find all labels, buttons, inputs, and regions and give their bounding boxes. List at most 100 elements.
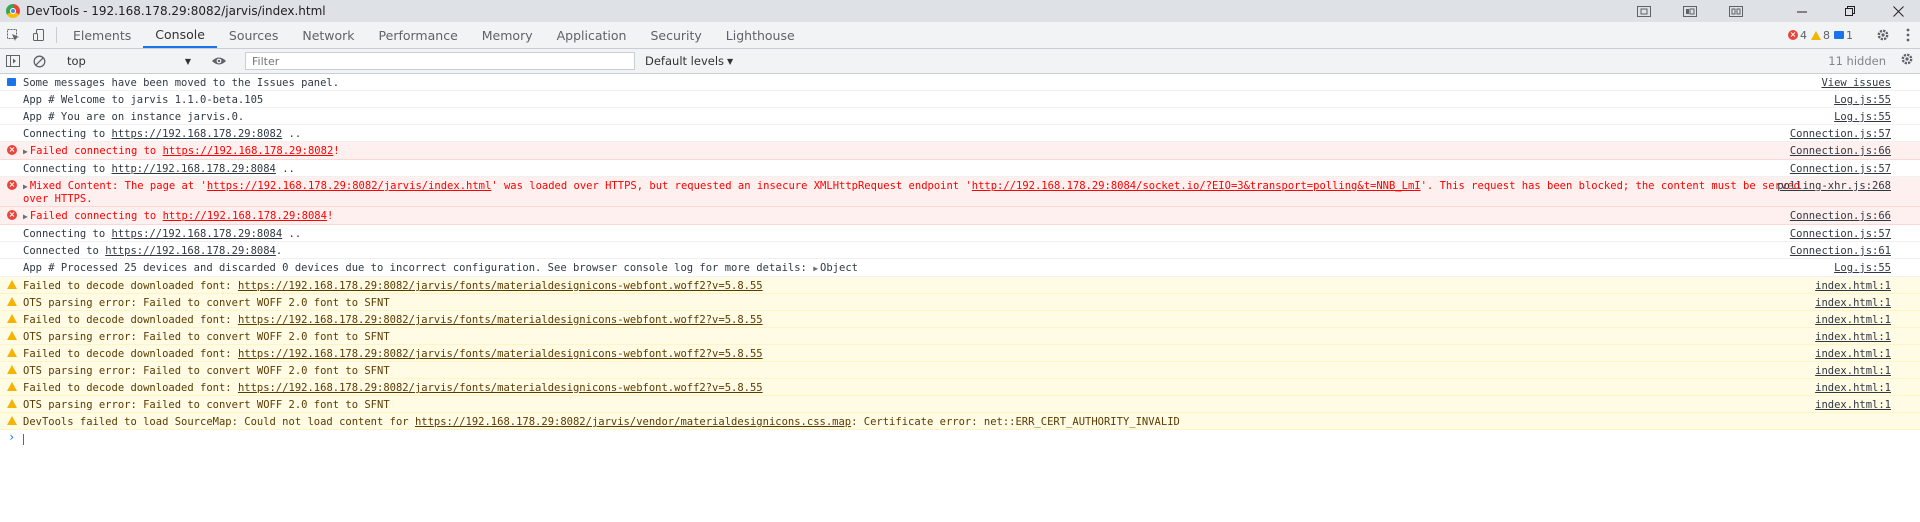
source-link[interactable]: Log.js:55 xyxy=(1834,94,1891,106)
warning-icon xyxy=(7,365,17,374)
dock-bottom-icon[interactable] xyxy=(1676,0,1704,22)
message-text: Some messages have been moved to the Iss… xyxy=(23,77,340,89)
tab-lighthouse[interactable]: Lighthouse xyxy=(714,22,807,48)
tab-memory[interactable]: Memory xyxy=(470,22,545,48)
expand-arrow-icon[interactable]: ▶ xyxy=(23,181,28,193)
message-link[interactable]: https://192.168.178.29:8082 xyxy=(112,128,283,140)
dock-side-icon[interactable] xyxy=(1630,0,1658,22)
tab-sources[interactable]: Sources xyxy=(217,22,290,48)
message-link[interactable]: https://192.168.178.29:8084 xyxy=(112,228,283,240)
expand-arrow-icon[interactable]: ▶ xyxy=(23,146,28,158)
filter-input[interactable] xyxy=(245,52,635,70)
clear-console-icon[interactable] xyxy=(26,55,52,68)
dropdown-arrow-icon: ▼ xyxy=(184,56,191,66)
console-message-warning: Failed to decode downloaded font: https:… xyxy=(0,345,1920,362)
message-link[interactable]: https://192.168.178.29:8082/jarvis/index… xyxy=(207,180,491,192)
device-toolbar-icon[interactable] xyxy=(26,22,52,48)
message-text: Failed to decode downloaded font: xyxy=(23,280,238,292)
source-link[interactable]: Log.js:55 xyxy=(1834,262,1891,274)
chrome-logo-icon xyxy=(6,4,20,18)
source-link[interactable]: index.html:1 xyxy=(1815,331,1891,343)
message-link[interactable]: https://192.168.178.29:8082/jarvis/fonts… xyxy=(238,280,763,292)
message-link[interactable]: https://192.168.178.29:8082/jarvis/fonts… xyxy=(238,348,763,360)
message-link[interactable]: https://192.168.178.29:8082 xyxy=(163,145,334,157)
source-link[interactable]: Connection.js:57 xyxy=(1790,128,1891,140)
source-link[interactable]: index.html:1 xyxy=(1815,382,1891,394)
source-link[interactable]: Connection.js:57 xyxy=(1790,163,1891,175)
message-link[interactable]: https://192.168.178.29:8082/jarvis/fonts… xyxy=(238,314,763,326)
tab-network[interactable]: Network xyxy=(290,22,366,48)
inspect-element-icon[interactable] xyxy=(0,22,26,48)
source-link[interactable]: index.html:1 xyxy=(1815,280,1891,292)
tab-performance[interactable]: Performance xyxy=(367,22,470,48)
message-text: Mixed Content: The page at ' xyxy=(29,180,207,192)
error-icon: × xyxy=(7,210,17,220)
source-link[interactable]: index.html:1 xyxy=(1815,297,1891,309)
console-message-warning: OTS parsing error: Failed to convert WOF… xyxy=(0,396,1920,413)
log-levels-dropdown[interactable]: Default levels ▼ xyxy=(645,54,733,68)
live-expression-eye-icon[interactable] xyxy=(206,56,232,66)
settings-gear-icon[interactable] xyxy=(1870,28,1896,42)
error-icon: × xyxy=(7,145,17,155)
source-link[interactable]: Connection.js:66 xyxy=(1790,145,1891,157)
console-message-log: Connecting to https://192.168.178.29:808… xyxy=(0,125,1920,142)
message-link[interactable]: https://192.168.178.29:8082/jarvis/fonts… xyxy=(238,382,763,394)
expand-arrow-icon[interactable]: ▶ xyxy=(813,263,818,275)
message-text: ! xyxy=(326,210,334,222)
message-text: Connecting to xyxy=(23,128,112,140)
console-message-log: Connected to https://192.168.178.29:8084… xyxy=(0,242,1920,259)
message-text: Connecting to xyxy=(23,228,112,240)
tab-application[interactable]: Application xyxy=(545,22,639,48)
console-message-error: × ▶ Failed connecting to https://192.168.1… xyxy=(0,142,1920,160)
source-link[interactable]: polling-xhr.js:268 xyxy=(1777,180,1891,192)
source-link[interactable]: index.html:1 xyxy=(1815,399,1891,411)
tab-console[interactable]: Console xyxy=(143,22,217,48)
minimize-icon[interactable] xyxy=(1788,0,1816,22)
warning-icon xyxy=(7,314,17,323)
message-text: OTS parsing error: Failed to convert WOF… xyxy=(23,331,390,343)
tab-security[interactable]: Security xyxy=(638,22,713,48)
tab-elements[interactable]: Elements xyxy=(61,22,143,48)
message-text: Failed to decode downloaded font: xyxy=(23,348,238,360)
console-message-log: App # You are on instance jarvis.0. Log.j… xyxy=(0,108,1920,125)
console-message-error: × ▶ Mixed Content: The page at 'https://19… xyxy=(0,177,1920,207)
message-text: .. xyxy=(275,163,295,175)
source-link[interactable]: Connection.js:57 xyxy=(1790,228,1891,240)
message-link[interactable]: http://192.168.178.29:8084 xyxy=(112,163,276,175)
message-link[interactable]: http://192.168.178.29:8084/socket.io/?EI… xyxy=(972,180,1421,192)
console-settings-gear-icon[interactable] xyxy=(1900,52,1914,69)
message-link[interactable]: https://192.168.178.29:8082/jarvis/vendo… xyxy=(415,416,851,428)
console-prompt[interactable]: › xyxy=(0,430,1920,447)
levels-label: Default levels xyxy=(645,54,725,68)
source-link[interactable]: View issues xyxy=(1821,77,1891,89)
undock-icon[interactable] xyxy=(1722,0,1750,22)
source-link[interactable]: index.html:1 xyxy=(1815,314,1891,326)
error-counter[interactable]: × 4 xyxy=(1788,29,1807,42)
console-message-log: Connecting to https://192.168.178.29:808… xyxy=(0,225,1920,242)
context-selector[interactable]: top ▼ xyxy=(61,51,197,71)
object-preview[interactable]: Object xyxy=(820,262,858,274)
source-link[interactable]: Connection.js:66 xyxy=(1790,210,1891,222)
more-options-icon[interactable] xyxy=(1900,28,1916,42)
source-link[interactable]: Log.js:55 xyxy=(1834,111,1891,123)
hidden-messages-count: 11 hidden xyxy=(1828,54,1886,68)
message-link[interactable]: https://192.168.178.29:8084 xyxy=(105,245,276,257)
context-value: top xyxy=(67,54,86,68)
issues-counter[interactable]: 1 xyxy=(1834,29,1853,42)
close-icon[interactable] xyxy=(1884,0,1912,22)
warning-counter[interactable]: 8 xyxy=(1811,29,1830,42)
source-link[interactable]: index.html:1 xyxy=(1815,348,1891,360)
expand-arrow-icon[interactable]: ▶ xyxy=(23,211,28,223)
tab-separator xyxy=(56,27,57,43)
show-sidebar-icon[interactable] xyxy=(0,55,26,67)
source-link[interactable]: index.html:1 xyxy=(1815,365,1891,377)
source-link[interactable]: Connection.js:61 xyxy=(1790,245,1891,257)
message-text: .. xyxy=(282,228,302,240)
error-count: 4 xyxy=(1800,28,1807,42)
console-toolbar: top ▼ Default levels ▼ 11 hidden xyxy=(0,49,1920,74)
error-icon: × xyxy=(1788,30,1798,40)
console-messages: Some messages have been moved to the Iss… xyxy=(0,74,1920,447)
message-link[interactable]: http://192.168.178.29:8084 xyxy=(163,210,327,222)
prompt-chevron-icon: › xyxy=(8,430,16,444)
restore-icon[interactable] xyxy=(1836,0,1864,22)
